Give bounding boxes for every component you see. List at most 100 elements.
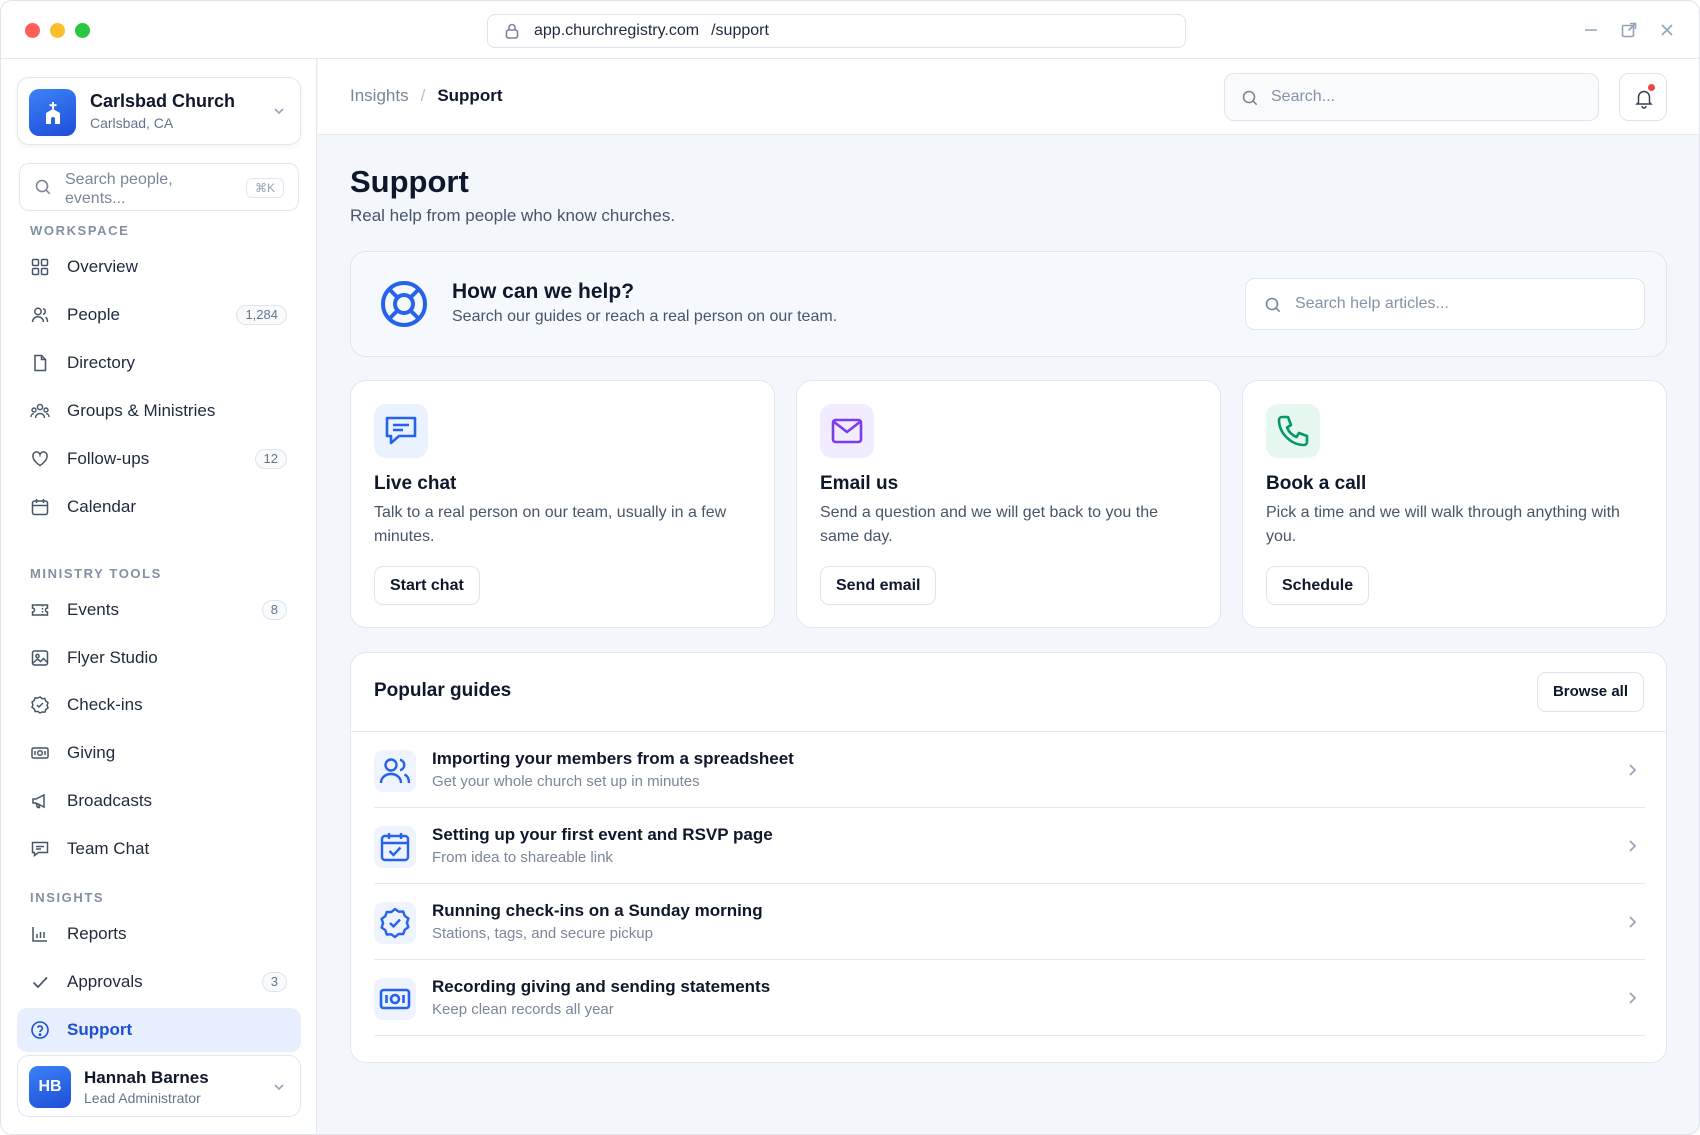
page-title: Support xyxy=(350,164,469,199)
groups-icon xyxy=(30,403,50,419)
sidebar-item-check-ins[interactable]: Check-ins xyxy=(17,683,301,727)
sidebar-item-reports[interactable]: Reports xyxy=(17,912,301,956)
guide-row[interactable]: Recording giving and sending statements … xyxy=(374,960,1645,1036)
breadcrumb-current: Support xyxy=(437,86,503,105)
chat-icon xyxy=(31,841,49,857)
browse-all-button[interactable]: Browse all xyxy=(1536,672,1644,712)
check-icon xyxy=(32,976,48,989)
contact-card-live-chat: Live chat Talk to a real person on our t… xyxy=(350,380,775,628)
count-badge: 3 xyxy=(261,972,287,992)
badge-check-icon xyxy=(31,696,49,714)
sidebar-item-label: Giving xyxy=(67,743,116,762)
sidebar-item-follow-ups[interactable]: Follow-ups 12 xyxy=(17,437,301,481)
notifications-button[interactable] xyxy=(1619,73,1667,121)
guide-row[interactable]: Running check-ins on a Sunday morning St… xyxy=(374,884,1645,960)
sidebar-item-giving[interactable]: Giving xyxy=(17,731,301,775)
app-window: app.churchregistry.com /support Carlsbad… xyxy=(0,0,1700,1135)
banknote-icon xyxy=(31,747,49,759)
chevron-right-icon xyxy=(1629,840,1637,852)
count-badge: 8 xyxy=(261,600,287,620)
sidebar-item-label: Check-ins xyxy=(67,695,143,714)
sidebar: Carlsbad Church Carlsbad, CA Search peop… xyxy=(1,59,317,1134)
org-location: Carlsbad, CA xyxy=(90,115,174,131)
mail-icon xyxy=(820,404,874,458)
chevron-down-icon xyxy=(274,1084,284,1091)
header-search-input[interactable]: Search... xyxy=(1224,73,1599,121)
users-icon xyxy=(374,750,416,792)
search-icon xyxy=(35,179,51,195)
contact-card-email: Email us Send a question and we will get… xyxy=(796,380,1221,628)
guide-title: Setting up your first event and RSVP pag… xyxy=(432,825,773,844)
guide-title: Importing your members from a spreadshee… xyxy=(432,749,794,768)
guide-row[interactable]: Importing your members from a spreadshee… xyxy=(374,732,1645,808)
org-name: Carlsbad Church xyxy=(90,91,236,111)
section-label-workspace: WORKSPACE xyxy=(30,223,130,238)
breadcrumb-parent[interactable]: Insights xyxy=(350,86,409,106)
maximize-window-button[interactable] xyxy=(75,23,90,38)
sidebar-item-label: Events xyxy=(67,600,119,619)
banknote-icon xyxy=(374,978,416,1020)
help-subtitle: Search our guides or reach a real person… xyxy=(452,308,838,325)
page-subtitle: Real help from people who know churches. xyxy=(350,206,676,225)
shortcut-hint: ⌘K xyxy=(245,178,284,198)
image-icon xyxy=(31,650,49,666)
sidebar-item-approvals[interactable]: Approvals 3 xyxy=(17,960,301,1004)
chevron-right-icon xyxy=(1629,916,1637,928)
minimize-window-button[interactable] xyxy=(50,23,65,38)
guides-title: Popular guides xyxy=(374,680,512,701)
sidebar-item-label: Support xyxy=(67,1020,133,1039)
sidebar-search-input[interactable]: Search people, events... ⌘K xyxy=(19,163,299,211)
sidebar-item-flyer-studio[interactable]: Flyer Studio xyxy=(17,636,301,680)
sidebar-item-team-chat[interactable]: Team Chat xyxy=(17,827,301,871)
sidebar-item-directory[interactable]: Directory xyxy=(17,341,301,385)
contact-title: Book a call xyxy=(1266,473,1367,494)
url-domain: app.churchregistry.com xyxy=(534,22,700,39)
bar-chart-icon xyxy=(32,927,47,942)
sidebar-item-label: Reports xyxy=(67,924,127,943)
sidebar-item-overview[interactable]: Overview xyxy=(17,245,301,289)
sidebar-item-broadcasts[interactable]: Broadcasts xyxy=(17,779,301,823)
sidebar-search-placeholder: Search people, events... xyxy=(65,171,173,207)
pop-out-icon[interactable] xyxy=(1619,20,1639,40)
guide-title: Recording giving and sending statements xyxy=(432,977,771,996)
sidebar-item-label: Groups & Ministries xyxy=(67,401,216,420)
church-icon xyxy=(29,89,76,136)
guide-subtitle: Keep clean records all year xyxy=(432,1001,614,1018)
sidebar-item-calendar[interactable]: Calendar xyxy=(17,485,301,529)
sidebar-item-events[interactable]: Events 8 xyxy=(17,588,301,632)
contact-title: Live chat xyxy=(374,473,457,494)
sidebar-item-label: Follow-ups xyxy=(67,449,150,468)
breadcrumb-separator: / xyxy=(420,86,426,105)
org-switcher[interactable]: Carlsbad Church Carlsbad, CA xyxy=(17,77,301,145)
notification-dot xyxy=(1648,84,1655,91)
sidebar-item-support[interactable]: Support xyxy=(17,1008,301,1052)
document-icon xyxy=(34,354,47,372)
sidebar-item-label: People xyxy=(67,305,120,324)
guides-header: Popular guides Browse all xyxy=(351,653,1666,732)
breadcrumb: Insights / Support xyxy=(350,86,502,106)
address-bar[interactable]: app.churchregistry.com /support xyxy=(487,14,1186,48)
close-window-button[interactable] xyxy=(25,23,40,38)
browser-titlebar: app.churchregistry.com /support xyxy=(1,1,1699,59)
sidebar-item-label: Directory xyxy=(67,353,136,372)
chevron-right-icon xyxy=(1629,764,1637,776)
grid-icon xyxy=(31,258,49,276)
send-email-button[interactable]: Send email xyxy=(820,566,937,605)
sidebar-item-people[interactable]: People 1,284 xyxy=(17,293,301,337)
sidebar-item-label: Calendar xyxy=(67,497,136,516)
help-search-input[interactable]: Search help articles... xyxy=(1245,278,1645,330)
contact-description: Talk to a real person on our team, usual… xyxy=(374,504,727,545)
help-search-placeholder: Search help articles... xyxy=(1295,295,1449,312)
schedule-button[interactable]: Schedule xyxy=(1266,566,1370,605)
minimize-icon[interactable] xyxy=(1581,20,1601,40)
sidebar-item-groups[interactable]: Groups & Ministries xyxy=(17,389,301,433)
main-header: Insights / Support Search... xyxy=(318,59,1699,135)
guide-subtitle: Stations, tags, and secure pickup xyxy=(432,925,653,942)
chat-bubble-icon xyxy=(374,404,428,458)
popular-guides-panel: Popular guides Browse all Importing your… xyxy=(350,652,1667,1063)
help-banner: How can we help? Search our guides or re… xyxy=(350,251,1667,357)
close-icon[interactable] xyxy=(1657,20,1677,40)
user-menu[interactable]: HB Hannah Barnes Lead Administrator xyxy=(17,1055,301,1117)
guide-row[interactable]: Setting up your first event and RSVP pag… xyxy=(374,808,1645,884)
start-chat-button[interactable]: Start chat xyxy=(374,566,480,605)
